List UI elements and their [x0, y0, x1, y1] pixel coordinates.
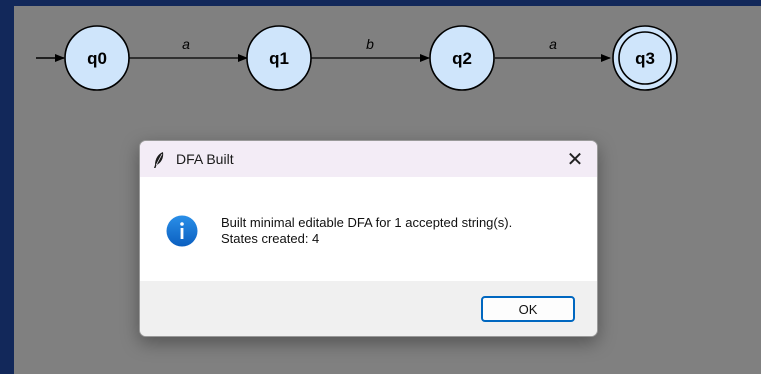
dialog-titlebar[interactable]: DFA Built ✕	[140, 141, 597, 177]
message-line-2: States created: 4	[221, 231, 320, 246]
state-label: q1	[269, 49, 289, 68]
dialog-title: DFA Built	[176, 151, 234, 167]
transition-label-q0-q1: a	[182, 36, 190, 52]
state-q1[interactable]: q1	[246, 25, 312, 91]
state-q2[interactable]: q2	[429, 25, 495, 91]
dialog-content: Built minimal editable DFA for 1 accepte…	[140, 177, 597, 281]
message-line-1: Built minimal editable DFA for 1 accepte…	[221, 215, 513, 230]
state-label: q2	[452, 49, 472, 68]
state-q0[interactable]: q0	[64, 25, 130, 91]
close-button[interactable]: ✕	[553, 141, 597, 177]
state-label: q3	[635, 49, 655, 68]
dfa-built-dialog: DFA Built ✕ Built minimal editable DFA f…	[139, 140, 598, 337]
ok-button[interactable]: OK	[481, 296, 575, 322]
feather-icon	[154, 152, 164, 168]
dialog-message: Built minimal editable DFA for 1 accepte…	[221, 215, 512, 247]
state-q3-accepting[interactable]: q3	[612, 25, 678, 91]
transition-label-q2-q3: a	[549, 36, 557, 52]
state-label: q0	[87, 49, 107, 68]
dialog-footer: OK	[140, 281, 597, 336]
close-icon: ✕	[566, 148, 584, 171]
transition-label-q1-q2: b	[366, 36, 374, 52]
info-icon	[166, 215, 198, 247]
